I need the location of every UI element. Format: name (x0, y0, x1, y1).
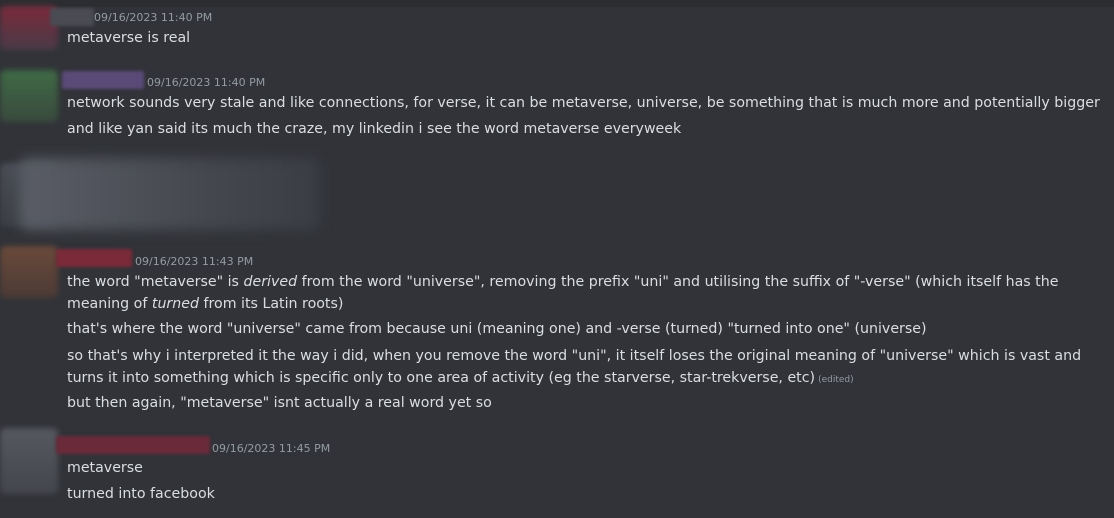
avatar[interactable] (0, 428, 58, 494)
message-text-italic: turned (151, 296, 199, 312)
message-text-part: from its Latin roots) (199, 296, 344, 312)
message-text: but then again, "metaverse" isnt actuall… (67, 395, 492, 411)
username-redacted[interactable] (56, 436, 210, 454)
message-text: that's where the word "universe" came fr… (67, 321, 927, 337)
message-text: the word "metaverse" is derived from the… (67, 271, 1107, 315)
username-redacted[interactable] (56, 249, 132, 267)
message-text-part: so that's why i interpreted it the way i… (67, 348, 1082, 386)
redacted-content (20, 158, 320, 230)
message-text: so that's why i interpreted it the way i… (67, 345, 1107, 391)
message-timestamp: 09/16/2023 11:40 PM (94, 11, 213, 24)
message-text: and like yan said its much the craze, my… (67, 121, 682, 137)
message-text-italic: derived (243, 274, 298, 290)
username-redacted[interactable] (62, 71, 144, 89)
username-redacted[interactable] (50, 8, 94, 26)
message-text: network sounds very stale and like conne… (67, 95, 1100, 111)
message-timestamp: 09/16/2023 11:43 PM (135, 255, 254, 268)
avatar[interactable] (0, 246, 58, 298)
message-text: turned into facebook (67, 486, 215, 502)
top-divider (0, 0, 1114, 7)
avatar[interactable] (0, 70, 58, 122)
message-text: metaverse (67, 460, 143, 476)
message-timestamp: 09/16/2023 11:45 PM (212, 442, 331, 455)
message-text-part: the word "metaverse" is (67, 274, 244, 290)
edited-label: (edited) (818, 375, 854, 385)
message-timestamp: 09/16/2023 11:40 PM (147, 76, 266, 89)
message-text: metaverse is real (67, 30, 191, 46)
